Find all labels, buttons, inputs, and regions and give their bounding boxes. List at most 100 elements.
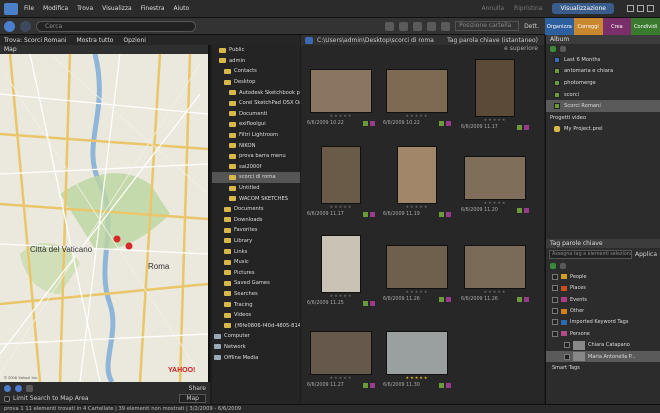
view-button[interactable]: Visualizzazione [552, 3, 614, 14]
folder-item[interactable]: Network [212, 342, 300, 353]
view-folder-icon[interactable] [427, 21, 437, 31]
album-item[interactable]: antomaria e chiara [546, 66, 660, 78]
options-button[interactable]: Opzioni [123, 37, 146, 44]
folder-item[interactable]: Computer [212, 331, 300, 342]
photo-thumbnail[interactable]: ★★★★★ 6/6/2009 11.30 [383, 321, 451, 390]
photo-thumbnail[interactable]: ★★★★★ 6/6/2009 11.25 [307, 235, 375, 308]
view-map-icon[interactable] [413, 21, 423, 31]
folder-item[interactable]: sai2000f [212, 162, 300, 173]
tab-crea[interactable]: Crea [602, 18, 632, 35]
position-field[interactable]: Posizione cartella [455, 21, 520, 31]
menu-finestra[interactable]: Finestra [141, 5, 165, 12]
menu-aiuto[interactable]: Aiuto [174, 5, 190, 12]
tag-item[interactable]: Persone [546, 328, 660, 339]
tag-item[interactable]: Places [546, 283, 660, 294]
menu-file[interactable]: File [24, 5, 34, 12]
tag-assign-input[interactable]: Assegna tag a elementi selezionati [549, 250, 632, 260]
folder-item[interactable]: Filtri Lightroom [212, 130, 300, 141]
folder-item[interactable]: Searches [212, 289, 300, 300]
minimize-icon[interactable] [627, 5, 634, 12]
limit-search-checkbox[interactable] [4, 395, 10, 402]
album-item[interactable]: Last 6 Months [546, 54, 660, 66]
folder-item[interactable]: Favorites [212, 225, 300, 236]
tag-item[interactable]: Maria Antonella P... [546, 350, 660, 363]
close-icon[interactable] [647, 5, 654, 12]
folder-item[interactable]: Public [212, 45, 300, 56]
map-canvas[interactable]: Città del Vaticano Roma YAHOO! © 2006 Ya… [0, 53, 208, 382]
edit-album-icon[interactable] [560, 46, 566, 52]
folder-item[interactable]: Saved Games [212, 278, 300, 289]
tag-checkbox[interactable] [552, 308, 558, 315]
photo-thumbnail[interactable]: ★★★★★ 6/6/2009 10.22 [307, 59, 375, 128]
folder-item[interactable]: Documenti [212, 109, 300, 120]
photo-thumbnail[interactable]: ★★★★★ 6/6/2009 11.17 [461, 59, 529, 132]
album-item[interactable]: photomerge [546, 77, 660, 89]
folder-item[interactable]: exifloolgui [212, 119, 300, 130]
map-panel[interactable]: Map Città del Vaticano Roma YAHOO! © 200… [0, 45, 210, 382]
tag-item[interactable]: Chiara Catapano [546, 340, 660, 351]
search-input[interactable]: Cerca [36, 20, 196, 32]
folder-item[interactable]: Autodesk Sketchbook p... [212, 87, 300, 98]
details-checkbox[interactable]: Dett. [524, 23, 539, 30]
folder-item[interactable]: Links [212, 246, 300, 257]
tab-correggi[interactable]: Correggi [573, 18, 603, 35]
photo-thumbnail[interactable]: ★★★★★ 6/6/2009 11.17 [307, 146, 375, 219]
tag-checkbox[interactable] [552, 330, 558, 337]
smart-tags-item[interactable]: Smart Tags [546, 362, 660, 373]
folder-item[interactable]: scorci di roma [212, 172, 300, 183]
folder-item[interactable]: Music [212, 257, 300, 268]
folder-item[interactable]: prova barra menu [212, 151, 300, 162]
folder-item[interactable]: admin [212, 56, 300, 67]
tag-checkbox[interactable] [564, 342, 570, 349]
folder-item[interactable]: Desktop [212, 77, 300, 88]
map-type-select[interactable]: Map [179, 394, 206, 403]
tag-item[interactable]: Other [546, 305, 660, 316]
tag-checkbox[interactable] [552, 273, 558, 280]
map-pin-icon[interactable] [113, 235, 121, 243]
photo-thumbnail[interactable]: ★★★★★ 6/6/2009 11.27 [307, 321, 375, 390]
folder-item[interactable]: Documents [212, 204, 300, 215]
forward-icon[interactable] [20, 20, 31, 32]
tab-organizza[interactable]: Organizza [545, 18, 574, 35]
apply-button[interactable]: Applica [635, 251, 657, 258]
menu-visualizza[interactable]: Visualizza [102, 5, 132, 12]
album-item[interactable]: scorci [546, 89, 660, 101]
edit-tag-icon[interactable] [560, 263, 566, 270]
tag-checkbox[interactable] [564, 353, 570, 360]
slider-icon[interactable] [441, 21, 451, 31]
folder-item[interactable]: Untitled [212, 183, 300, 194]
project-item[interactable]: My Project.prel [546, 124, 660, 136]
tab-condividi[interactable]: Condividi [631, 18, 660, 35]
show-all-button[interactable]: Mostra tutto [77, 37, 114, 44]
maximize-icon[interactable] [637, 5, 644, 12]
add-album-icon[interactable] [550, 46, 556, 52]
tag-item[interactable]: Imported Keyword Tags [546, 317, 660, 328]
tag-checkbox[interactable] [552, 285, 558, 292]
back-icon[interactable] [4, 20, 15, 32]
folder-item[interactable]: Contacts [212, 66, 300, 77]
add-tag-icon[interactable] [550, 263, 556, 270]
photo-thumbnail[interactable]: ★★★★★ 6/6/2009 11.26 [383, 235, 451, 304]
photo-thumbnail[interactable]: ★★★★★ 6/6/2009 11.26 [461, 235, 529, 304]
tag-checkbox[interactable] [552, 296, 558, 303]
menu-trova[interactable]: Trova [77, 5, 93, 12]
folder-item[interactable]: Offline Media [212, 352, 300, 363]
menu-modifica[interactable]: Modifica [43, 5, 68, 12]
folder-item[interactable]: {f6fe0806-f40d-4805-814f-1f... [212, 320, 300, 331]
zoom-out-icon[interactable] [15, 384, 22, 392]
view-date-icon[interactable] [399, 21, 409, 31]
album-item[interactable]: Scorci Romani [546, 100, 660, 112]
folder-item[interactable]: Tracing [212, 299, 300, 310]
folder-item[interactable]: Videos [212, 310, 300, 321]
folder-item[interactable]: Downloads [212, 215, 300, 226]
redo-button[interactable]: Ripristina [514, 5, 542, 12]
folder-item[interactable]: Library [212, 236, 300, 247]
tag-item[interactable]: People [546, 271, 660, 282]
folder-item[interactable]: WACOM SKETCHES [212, 193, 300, 204]
photo-thumbnail[interactable]: ★★★★★ 6/6/2009 11.19 [383, 146, 451, 219]
map-pin-icon[interactable] [125, 242, 133, 250]
share-button[interactable]: Share [189, 385, 206, 392]
zoom-in-icon[interactable] [4, 384, 11, 392]
folder-item[interactable]: Corel SketchPad OSX Ori... [212, 98, 300, 109]
undo-button[interactable]: Annulla [482, 5, 505, 12]
